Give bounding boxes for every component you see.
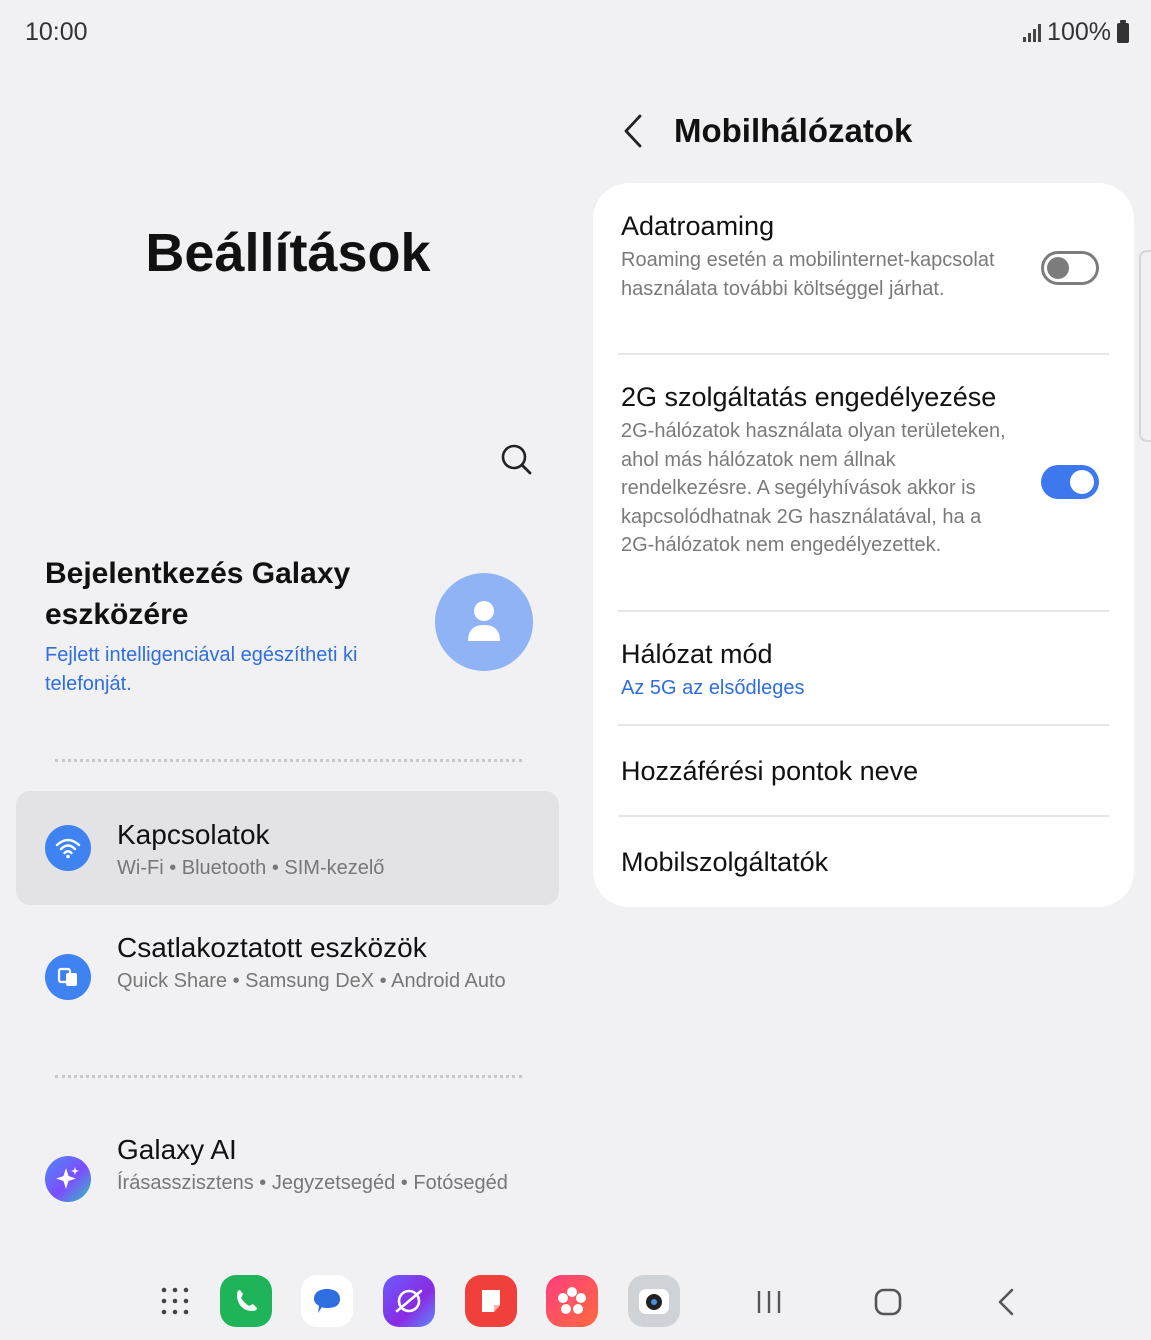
item-title: Kapcsolatok [117,819,270,850]
phone-icon [237,1290,257,1311]
item-title: Csatlakoztatott eszközök [117,932,427,963]
signal-icon [1023,23,1042,42]
detail-header: Mobilhálózatok [618,108,912,154]
row-title: Hálózat mód [621,639,773,669]
2g-service-toggle[interactable] [1041,465,1099,499]
row-subtitle: Az 5G az elsődleges [621,677,805,699]
panel-resize-handle[interactable] [1139,250,1151,442]
item-title: Galaxy AI [117,1134,237,1165]
battery-icon [1117,19,1129,43]
devices-icon [45,954,91,1000]
home-button[interactable] [868,1282,908,1322]
row-2g-service[interactable]: 2G szolgáltatás engedélyezése 2G-hálózat… [621,379,1109,560]
data-roaming-toggle[interactable] [1041,251,1099,285]
recent-apps-button[interactable] [749,1282,789,1322]
detail-title: Mobilhálózatok [674,112,913,149]
row-title: Adatroaming [621,211,775,241]
row-title: Hozzáférési pontok neve [621,756,919,786]
status-bar: 10:00 100% [0,0,1151,66]
divider [55,759,522,762]
person-icon [468,601,500,641]
row-subtitle: Roaming esetén a mobilinternet-kapcsolat… [621,249,995,300]
row-network-mode[interactable]: Hálózat mód Az 5G az elsődleges [621,636,1109,703]
search-button[interactable] [497,440,537,480]
row-title: Mobilszolgáltatók [621,847,829,877]
home-icon [874,1288,902,1316]
gallery-app[interactable] [546,1275,598,1327]
row-subtitle: 2G-hálózatok használata olyan területeke… [621,420,1006,556]
divider [618,724,1109,726]
chat-bubble-icon [314,1289,340,1313]
chevron-left-icon [998,1288,1014,1316]
nav-back-button[interactable] [987,1282,1027,1322]
grid-dots-icon [161,1287,189,1315]
mobile-networks-card: Adatroaming Roaming esetén a mobilintern… [593,183,1134,907]
browser-planet-icon [395,1289,423,1313]
item-subtitle: Írásasszisztens • Jegyzetsegéd • Fotóseg… [117,1172,508,1194]
divider [618,610,1109,612]
camera-app[interactable] [628,1275,680,1327]
phone-app[interactable] [220,1275,272,1327]
note-icon [482,1290,500,1312]
settings-item-galaxy-ai[interactable]: Galaxy AI Írásasszisztens • Jegyzetsegéd… [16,1120,559,1240]
row-title: 2G szolgáltatás engedélyezése [621,382,997,412]
wifi-icon [45,825,91,871]
avatar[interactable] [435,573,533,671]
account-title: Bejelentkezés Galaxy eszközére [45,557,351,631]
sparkle-icon [45,1156,91,1202]
recents-icon [757,1291,781,1313]
notes-app[interactable] [465,1275,517,1327]
back-button[interactable] [618,108,648,154]
camera-icon [639,1289,669,1314]
chevron-left-icon [624,114,642,148]
messages-app[interactable] [301,1275,353,1327]
search-icon [501,444,532,475]
row-data-roaming[interactable]: Adatroaming Roaming esetén a mobilintern… [621,208,1109,303]
settings-item-kapcsolatok[interactable]: Kapcsolatok Wi-Fi • Bluetooth • SIM-keze… [16,791,559,905]
battery-percent: 100% [1047,18,1111,46]
status-indicators: 100% [1023,18,1129,47]
flower-icon [558,1287,586,1314]
account-signin[interactable]: Bejelentkezés Galaxy eszközére Fejlett i… [45,553,415,699]
status-time: 10:00 [25,18,88,46]
divider [618,353,1109,355]
account-subtitle: Fejlett intelligenciával egészítheti ki … [45,644,358,695]
page-title: Beállítások [145,223,431,283]
divider [618,815,1109,817]
settings-item-connected-devices[interactable]: Csatlakoztatott eszközök Quick Share • S… [16,918,559,1038]
row-network-operators[interactable]: Mobilszolgáltatók [621,844,1109,880]
item-subtitle: Wi-Fi • Bluetooth • SIM-kezelő [117,857,385,879]
apps-drawer-button[interactable] [149,1275,201,1327]
item-subtitle: Quick Share • Samsung DeX • Android Auto [117,970,506,992]
row-access-point-names[interactable]: Hozzáférési pontok neve [621,753,1109,789]
internet-app[interactable] [383,1275,435,1327]
divider [55,1075,522,1078]
